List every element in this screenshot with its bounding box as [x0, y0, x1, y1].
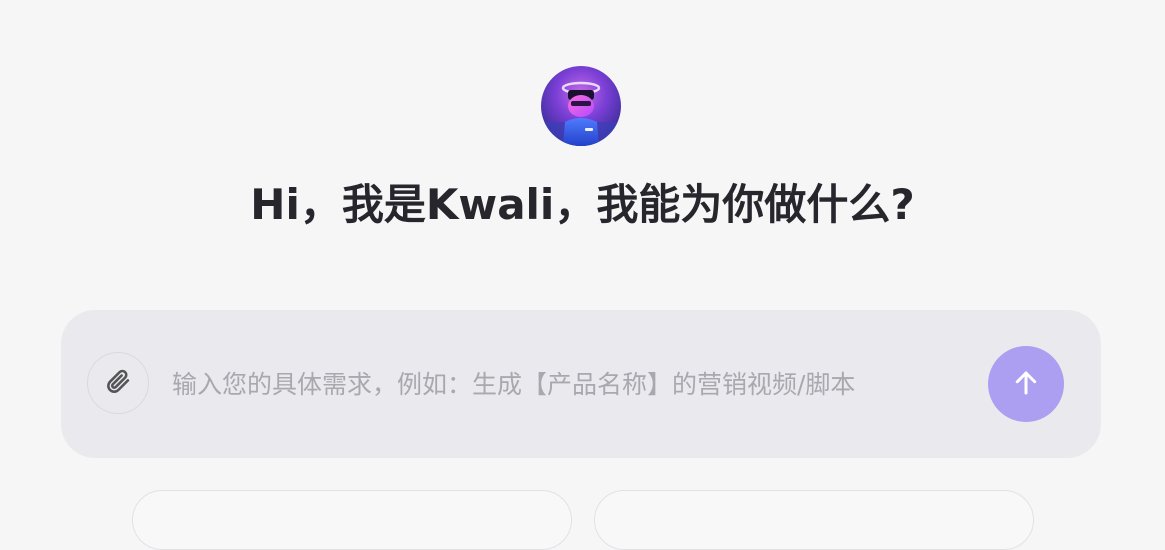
prompt-composer [61, 310, 1101, 458]
paperclip-icon [104, 367, 132, 399]
suggestion-chip[interactable] [132, 490, 572, 550]
suggestion-chip[interactable] [594, 490, 1034, 550]
greeting-headline: Hi，我是Kwali，我能为你做什么? [250, 180, 915, 229]
prompt-input[interactable] [172, 362, 972, 406]
attach-button[interactable] [87, 352, 149, 414]
kwali-avatar [541, 66, 621, 146]
arrow-up-icon [1011, 368, 1041, 401]
send-button[interactable] [988, 346, 1064, 422]
